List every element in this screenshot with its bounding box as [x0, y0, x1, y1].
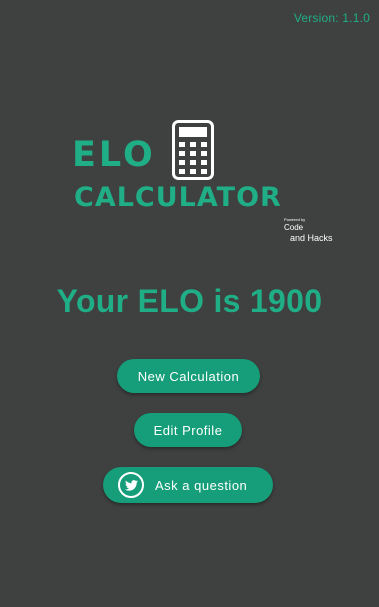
app-logo: ELO CALCULATOR Powered by Code and Hacks — [68, 120, 338, 250]
brand-hacks-label: and Hacks — [290, 233, 333, 243]
edit-profile-button[interactable]: Edit Profile — [134, 413, 242, 447]
version-label: Version: 1.1.0 — [293, 11, 370, 25]
edit-profile-label: Edit Profile — [153, 422, 223, 438]
ask-question-button[interactable]: Ask a question — [103, 467, 273, 503]
new-calculation-button[interactable]: New Calculation — [117, 359, 260, 393]
new-calculation-label: New Calculation — [137, 368, 240, 384]
logo-title-calculator: CALCULATOR — [74, 182, 282, 213]
powered-by-label: Powered by — [284, 217, 306, 222]
elo-rating-heading: Your ELO is 1900 — [56, 283, 323, 319]
twitter-icon — [118, 472, 144, 498]
calculator-icon — [172, 120, 214, 180]
brand-code-label: Code — [284, 223, 304, 232]
ask-question-label: Ask a question — [155, 477, 248, 493]
logo-title-elo: ELO — [72, 135, 156, 175]
